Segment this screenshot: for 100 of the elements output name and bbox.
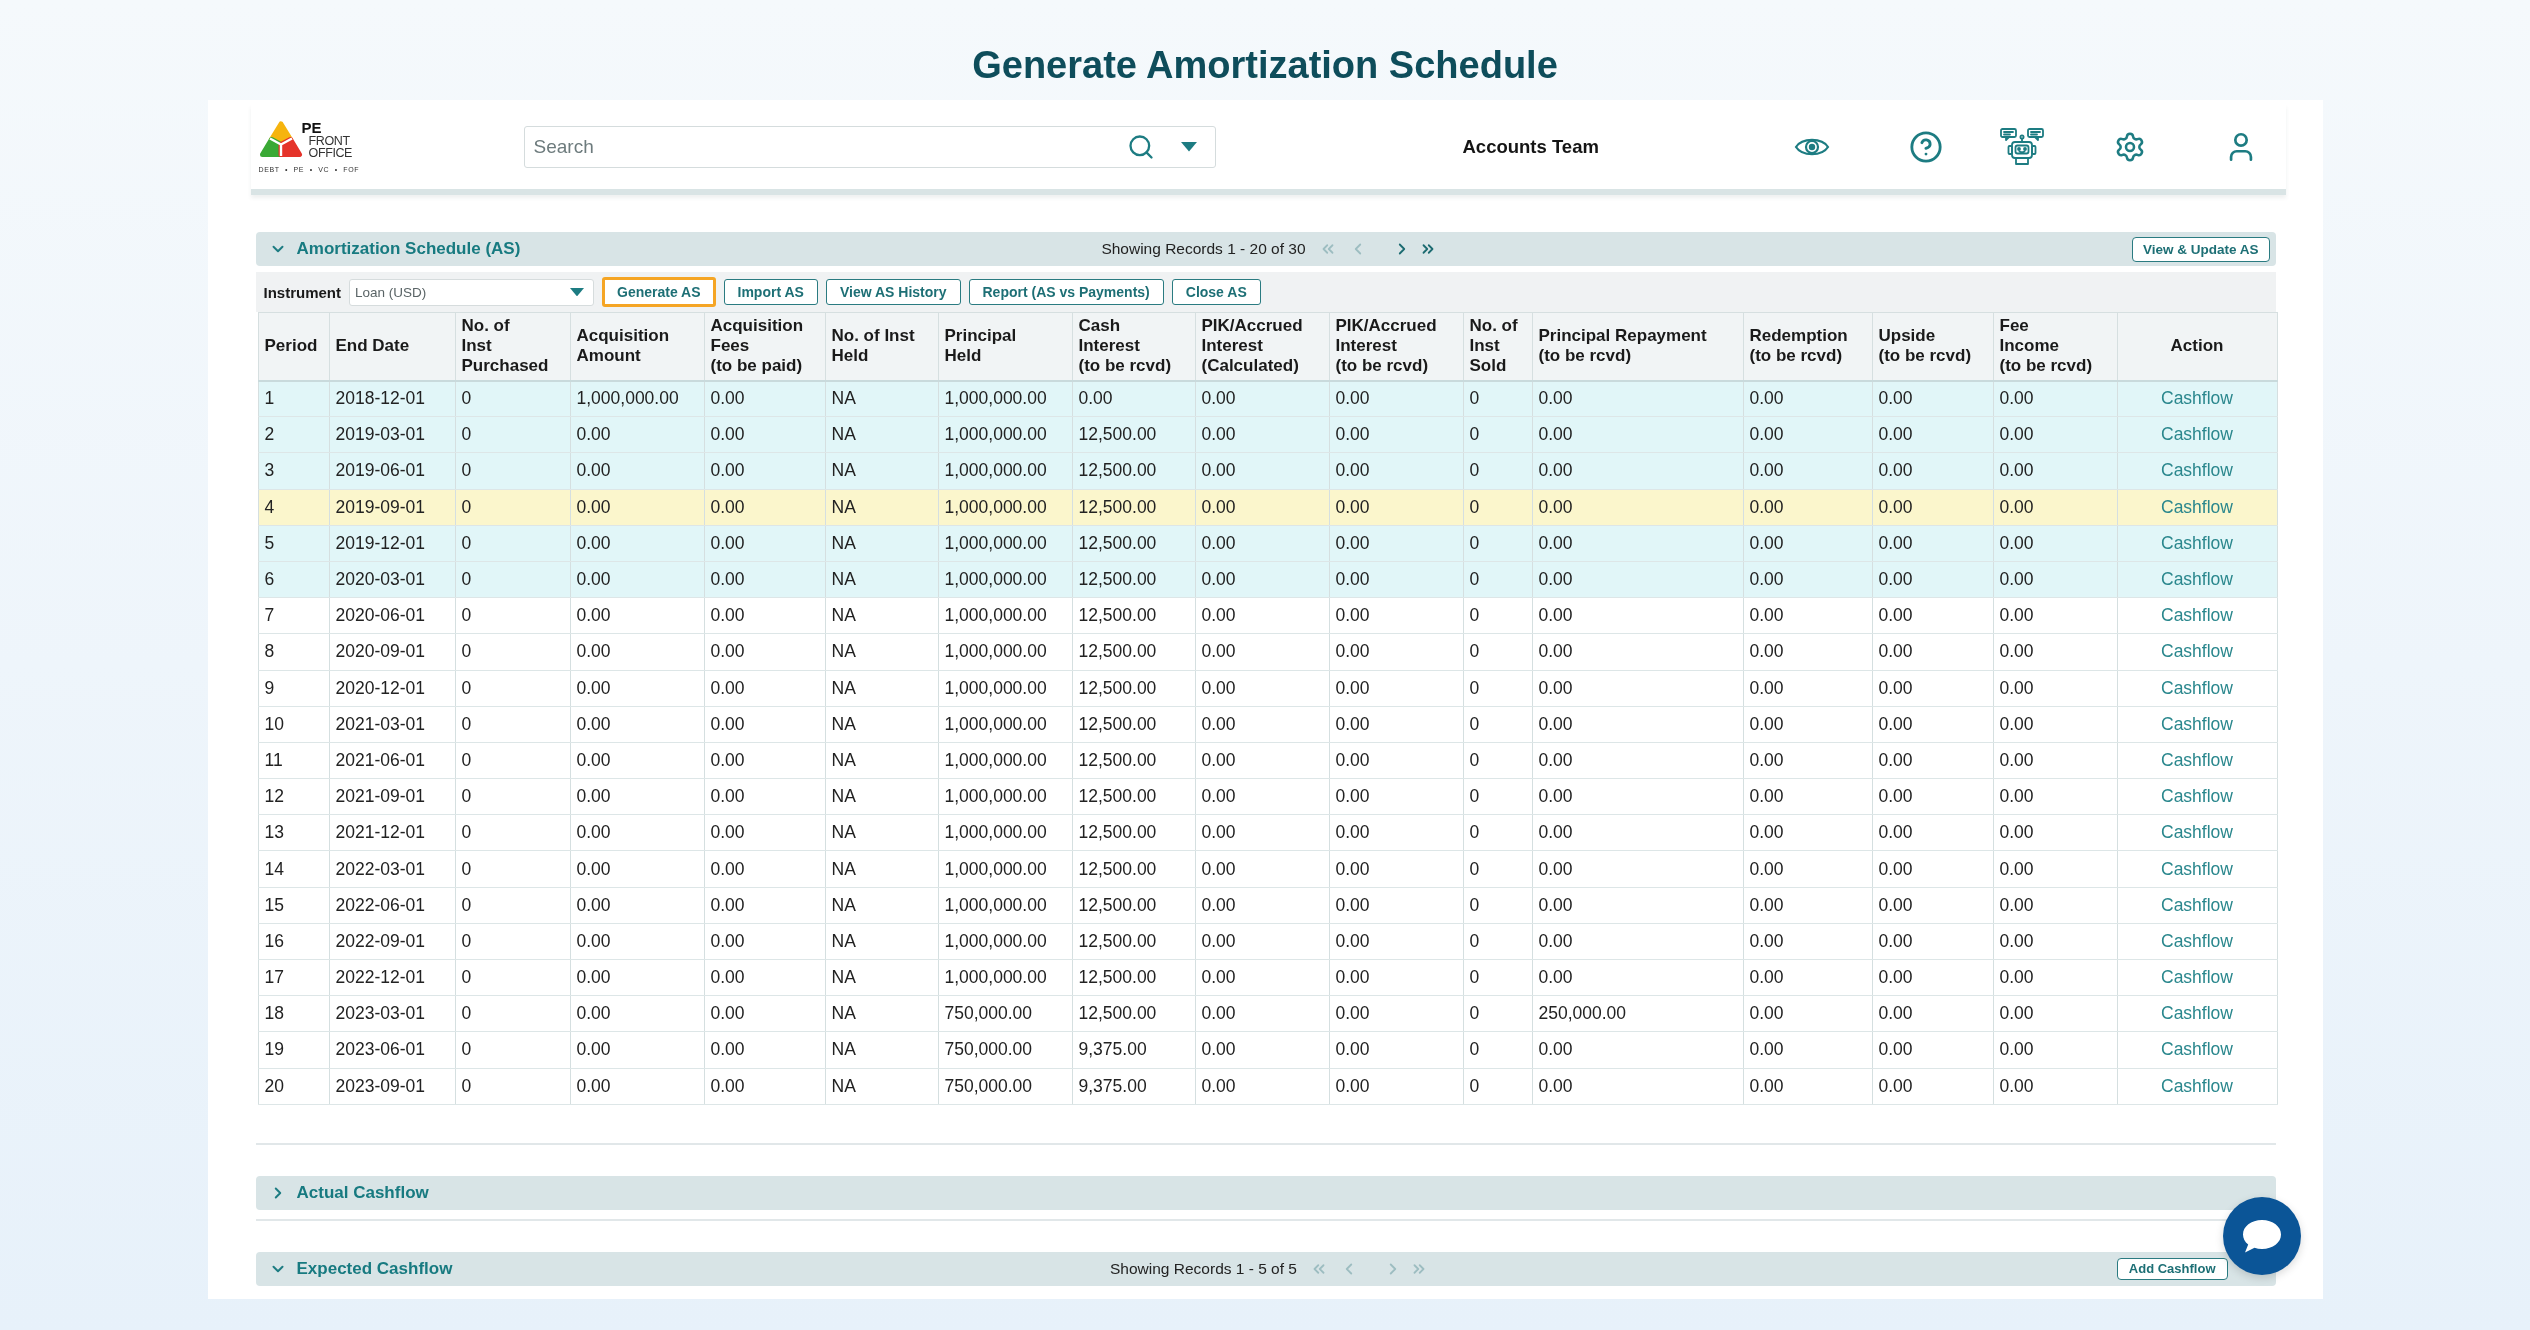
table-cell: 750,000.00: [938, 1031, 1072, 1069]
table-cell: 2021-03-01: [329, 706, 455, 743]
table-cell: 0.00: [1743, 995, 1872, 1032]
table-cell: 1,000,000.00: [938, 633, 1072, 670]
table-cell: NA: [825, 525, 938, 562]
table-cell: 0.00: [1993, 850, 2117, 888]
table-cell: 0.00: [704, 887, 825, 924]
table-cell: 0.00: [704, 380, 825, 417]
table-cell: 14: [258, 850, 329, 888]
caret-down-icon[interactable]: [570, 287, 584, 297]
table-cell: 0.00: [1872, 597, 1993, 634]
table-cell: 0.00: [1743, 923, 1872, 960]
table-cell: 2020-12-01: [329, 670, 455, 707]
table-cell: NA: [825, 633, 938, 670]
column-header: Upside (to be rcvd): [1872, 312, 1993, 381]
table-cell: 0.00: [1872, 742, 1993, 779]
robot-icon[interactable]: [1999, 128, 2044, 166]
table-cell: 0.00: [1329, 452, 1463, 490]
add-cashflow-button[interactable]: Add Cashflow: [2116, 1257, 2228, 1280]
column-header: PIK/Accrued Interest (to be rcvd): [1329, 312, 1463, 381]
column-header: Principal Repayment (to be rcvd): [1532, 312, 1743, 381]
table-cell: 0.00: [570, 887, 704, 924]
table-cell: 0.00: [704, 814, 825, 851]
table-cell: NA: [825, 778, 938, 815]
table-cell: 0: [1463, 380, 1532, 417]
search-field[interactable]: Search: [523, 126, 1216, 168]
table-cell: 2022-06-01: [329, 887, 455, 924]
table-cell: 1,000,000.00: [938, 742, 1072, 779]
table-cell: 0.00: [1743, 525, 1872, 562]
table-cell: 12,500.00: [1072, 959, 1195, 996]
table-cell: 2023-09-01: [329, 1068, 455, 1105]
search-icon[interactable]: [1126, 133, 1155, 161]
page-title: Generate Amortization Schedule: [972, 43, 1558, 87]
table-cell: 0.00: [570, 850, 704, 888]
table-cell: 0.00: [1532, 452, 1743, 490]
toolbar-button[interactable]: Import AS: [723, 279, 818, 305]
table-cell: 0.00: [1532, 706, 1743, 743]
table-cell: 0: [1463, 778, 1532, 815]
table-cell: 0.00: [570, 959, 704, 996]
table-cell: 0.00: [1195, 416, 1329, 453]
table-cell: 0.00: [1329, 850, 1463, 888]
table-cell: 20: [258, 1068, 329, 1105]
table-cell: 0.00: [1872, 561, 1993, 598]
table-cell: 1: [258, 380, 329, 417]
column-header: Acquisition Fees (to be paid): [704, 312, 825, 381]
table-cell: 0.00: [1195, 452, 1329, 490]
table-cell: 0.00: [704, 561, 825, 598]
table-cell: 0.00: [704, 778, 825, 815]
caret-down-icon[interactable]: [1180, 142, 1197, 152]
table-cell: 0: [1463, 633, 1532, 670]
toolbar-button[interactable]: View AS History: [825, 279, 961, 305]
table-cell: 0.00: [1743, 742, 1872, 779]
table-cell: 0: [1463, 1031, 1532, 1069]
table-cell: 2021-12-01: [329, 814, 455, 851]
table-cell: 0.00: [1743, 452, 1872, 490]
toolbar-button[interactable]: Generate AS: [602, 277, 716, 307]
table-cell: 13: [258, 814, 329, 851]
table-cell: NA: [825, 742, 938, 779]
table-cell: NA: [825, 597, 938, 634]
table-cell: 0.00: [1532, 670, 1743, 707]
table-cell: 0.00: [1993, 452, 2117, 490]
table-cell: 0.00: [704, 742, 825, 779]
table-cell: 1,000,000.00: [938, 561, 1072, 598]
table-cell: 0: [1463, 452, 1532, 490]
table-cell: 0.00: [1329, 887, 1463, 924]
table-cell: 2: [258, 416, 329, 453]
instrument-select[interactable]: Loan (USD): [349, 278, 594, 306]
table-cell: 0.00: [1195, 814, 1329, 851]
table-cell: 0: [1463, 850, 1532, 888]
table-cell: 0.00: [1872, 525, 1993, 562]
table-cell: 0.00: [1993, 380, 2117, 417]
help-icon[interactable]: [1908, 130, 1943, 164]
table-cell: NA: [825, 706, 938, 743]
table-cell: 9,375.00: [1072, 1031, 1195, 1069]
table-cell: 0.00: [1195, 1031, 1329, 1069]
table-cell: 12,500.00: [1072, 742, 1195, 779]
table-cell: 0.00: [1993, 489, 2117, 526]
table-cell: 0.00: [1072, 380, 1195, 417]
toolbar-button[interactable]: Report (AS vs Payments): [968, 279, 1164, 305]
toolbar-button[interactable]: Close AS: [1171, 279, 1261, 305]
table-cell: 0: [1463, 887, 1532, 924]
table-cell: 0.00: [1532, 561, 1743, 598]
table-cell: 0.00: [1743, 814, 1872, 851]
table-cell: 12,500.00: [1072, 525, 1195, 562]
table-cell: 0.00: [1329, 742, 1463, 779]
table-cell: 250,000.00: [1532, 995, 1743, 1032]
column-header: No. of Inst Held: [825, 312, 938, 381]
table-cell: 1,000,000.00: [938, 525, 1072, 562]
table-cell: 0.00: [1532, 416, 1743, 453]
section-title: Actual Cashflow: [296, 1182, 429, 1203]
table-cell: 0.00: [570, 1068, 704, 1105]
table-cell: 0: [455, 1031, 570, 1069]
table-cell: 0.00: [1743, 887, 1872, 924]
view-update-button[interactable]: View & Update AS: [2131, 236, 2270, 262]
column-header: Redemption (to be rcvd): [1743, 312, 1872, 381]
table-cell: 0: [455, 489, 570, 526]
table-cell: 11: [258, 742, 329, 779]
table-cell: 12,500.00: [1072, 706, 1195, 743]
table-cell: NA: [825, 1031, 938, 1069]
table-cell: 0.00: [1993, 923, 2117, 960]
